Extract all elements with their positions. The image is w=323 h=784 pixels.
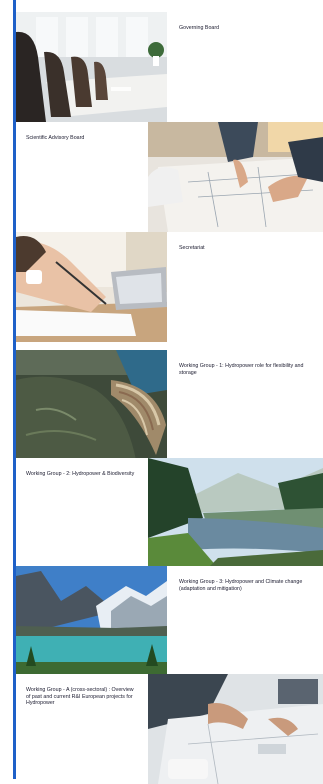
group-card-working-group-2[interactable]: Working Group - 2: Hydropower & Biodiver… bbox=[16, 458, 323, 568]
group-title[interactable]: Working Group - A (cross-sectoral) : Ove… bbox=[16, 674, 148, 784]
dam-aerial-photo[interactable] bbox=[16, 350, 167, 460]
blueprints-photo[interactable] bbox=[148, 122, 323, 232]
group-card-working-group-3[interactable]: Working Group - 3: Hydropower and Climat… bbox=[16, 566, 323, 676]
river-forest-photo[interactable] bbox=[148, 458, 323, 568]
group-title[interactable]: Secretariat bbox=[167, 232, 323, 342]
meeting-plans-photo[interactable] bbox=[148, 674, 323, 784]
group-card-governing-board[interactable]: Governing Board bbox=[16, 12, 323, 122]
group-title[interactable]: Scientific Advisory Board bbox=[16, 122, 148, 232]
groups-panel: Governing Board Scientific Advisory Boar… bbox=[13, 0, 323, 784]
group-title[interactable]: Governing Board bbox=[167, 12, 323, 122]
group-card-scientific-advisory-board[interactable]: Scientific Advisory Board bbox=[16, 122, 323, 232]
group-title[interactable]: Working Group - 1: Hydropower role for f… bbox=[167, 350, 323, 460]
group-title[interactable]: Working Group - 3: Hydropower and Climat… bbox=[167, 566, 323, 676]
group-card-secretariat[interactable]: Secretariat bbox=[16, 232, 323, 342]
writing-desk-photo[interactable] bbox=[16, 232, 167, 342]
alpine-lake-photo[interactable] bbox=[16, 566, 167, 676]
boardroom-photo[interactable] bbox=[16, 12, 167, 122]
group-title[interactable]: Working Group - 2: Hydropower & Biodiver… bbox=[16, 458, 148, 568]
group-card-working-group-a[interactable]: Working Group - A (cross-sectoral) : Ove… bbox=[16, 674, 323, 784]
group-card-working-group-1[interactable]: Working Group - 1: Hydropower role for f… bbox=[16, 350, 323, 460]
